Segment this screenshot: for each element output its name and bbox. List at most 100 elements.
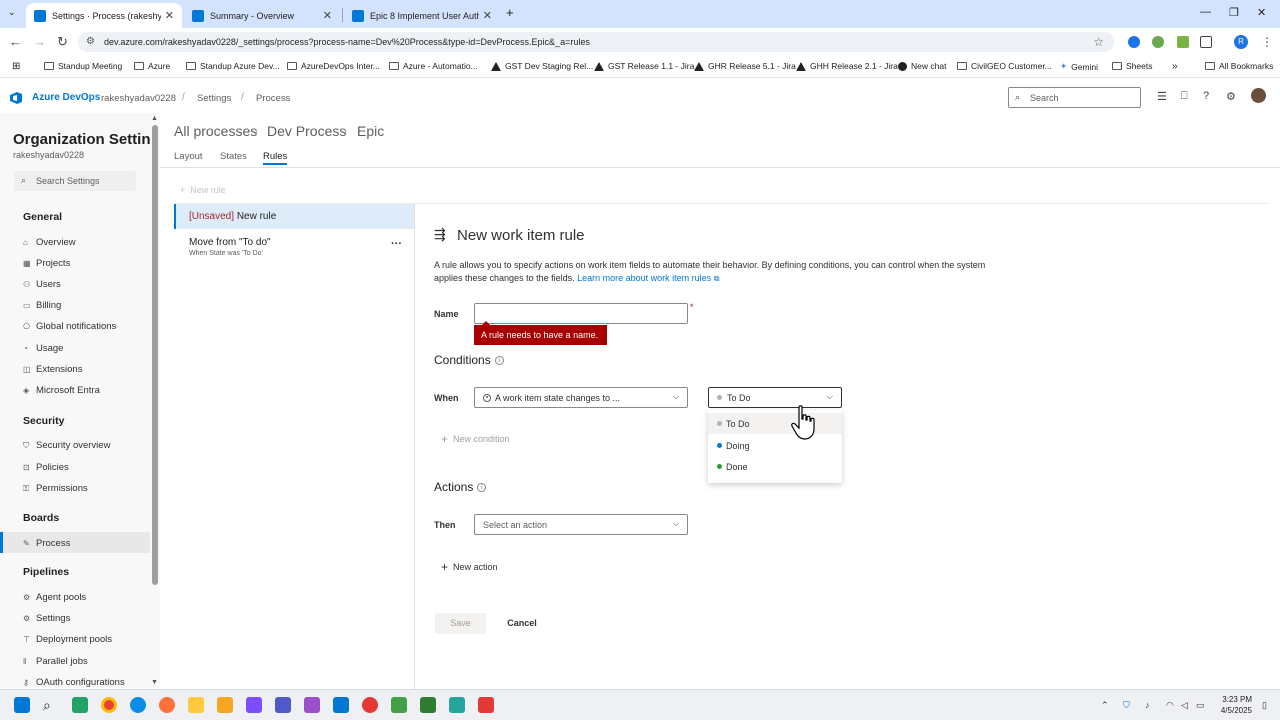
breadcrumb-settings[interactable]: Settings (197, 93, 231, 104)
browser-tab-epic[interactable]: Epic 8 Implement User Authent ✕ (344, 3, 500, 28)
sidebar-item-overview[interactable]: ⌂ Overview (23, 237, 76, 248)
browser-tab-settings[interactable]: Settings · Process (rakeshyadav ✕ (26, 3, 182, 28)
breadcrumb-dev-process[interactable]: Dev Process (267, 123, 346, 139)
sidebar-item-global-notifications[interactable]: ⎔ Global notifications (23, 321, 116, 332)
bookmark[interactable]: GHH Release 2.1 - Jira (796, 61, 898, 71)
sidebar-item-microsoft-entra[interactable]: ◈ Microsoft Entra (23, 385, 100, 396)
sidebar-item-projects[interactable]: ▦ Projects (23, 258, 70, 269)
cancel-button[interactable]: Cancel (497, 613, 547, 634)
sidebar-item-parallel-jobs[interactable]: ‖ Parallel jobs (23, 656, 88, 667)
header-search-input[interactable]: ⌕ Search (1008, 87, 1141, 108)
extensions-puzzle-icon[interactable] (1200, 36, 1212, 48)
settings-search-input[interactable]: ⌕ Search Settings (14, 171, 136, 191)
info-icon[interactable]: i (477, 483, 487, 493)
clock[interactable]: 3:23 PM 4/5/2025 (1210, 694, 1252, 716)
restore-icon[interactable]: ❐ (1229, 6, 1239, 19)
bookmark[interactable]: Standup Meeting (44, 61, 122, 71)
new-tab-icon[interactable]: + (506, 5, 514, 20)
search-icon[interactable]: ⌕ (43, 697, 59, 713)
state-option-to-do[interactable]: To Do (708, 413, 842, 434)
bookmark[interactable]: New chat (898, 61, 946, 71)
sidebar-item-extensions[interactable]: ◫ Extensions (23, 364, 82, 375)
state-dropdown[interactable]: To Do ⌵ (708, 387, 842, 408)
breadcrumb-process[interactable]: Process (256, 93, 290, 104)
sidebar-scroll-thumb[interactable] (152, 125, 158, 585)
close-tab-icon[interactable]: ✕ (483, 9, 492, 22)
tab-search-icon[interactable]: ⌄ (8, 7, 16, 18)
sidebar-item-oauth[interactable]: ⚷ OAuth configurations (23, 677, 125, 688)
app-icon[interactable] (449, 697, 465, 713)
azure-devops-logo-icon[interactable] (9, 91, 23, 105)
bookmark[interactable]: Azure - Automatio... (389, 61, 478, 71)
user-avatar[interactable] (1251, 88, 1266, 103)
profile-avatar[interactable]: R (1234, 35, 1248, 49)
close-tab-icon[interactable]: ✕ (323, 9, 332, 22)
rule-item-move-from-todo[interactable]: Move from "To do" (189, 237, 271, 248)
brand-name[interactable]: Azure DevOps (32, 92, 100, 103)
scroll-up-icon[interactable]: ▲ (151, 115, 158, 122)
microphone-icon[interactable]: ♪ (1145, 700, 1150, 710)
close-window-icon[interactable]: ✕ (1257, 6, 1266, 19)
browser-menu-icon[interactable]: ⋮ (1261, 35, 1273, 49)
new-action-button[interactable]: + New action (441, 560, 498, 574)
chevron-up-icon[interactable]: ⌃ (1101, 700, 1109, 711)
sidebar-item-process[interactable]: ✎ Process (23, 538, 70, 549)
outlook-icon[interactable] (333, 697, 349, 713)
tab-states[interactable]: States (220, 151, 247, 162)
bookmark[interactable]: Azure (134, 61, 170, 71)
rule-item-unsaved[interactable]: [Unsaved] New rule (189, 211, 276, 222)
firefox-icon[interactable] (159, 697, 175, 713)
tab-rules[interactable]: Rules (263, 151, 287, 162)
app-icon[interactable] (362, 697, 378, 713)
apps-grid-icon[interactable]: ⊞ (12, 61, 20, 72)
marketplace-bag-icon[interactable]: ⎕ (1181, 90, 1188, 103)
bookmark[interactable]: Standup Azure Dev... (186, 61, 280, 71)
sidebar-item-users[interactable]: ⚇ Users (23, 279, 61, 290)
bookmark[interactable]: CivilGEO Customer... (957, 61, 1052, 71)
breadcrumb-org[interactable]: rakeshyadav0228 (101, 93, 176, 104)
back-icon[interactable]: ← (9, 34, 22, 49)
rule-name-input[interactable] (474, 303, 688, 324)
battery-icon[interactable]: ▭ (1196, 700, 1205, 711)
app-icon[interactable] (304, 697, 320, 713)
sidebar-item-agent-pools[interactable]: ⚙ Agent pools (23, 592, 86, 603)
more-options-icon[interactable]: ··· (391, 238, 402, 250)
bookmark[interactable]: GST Release 1.1 - Jira (594, 61, 694, 71)
app-icon[interactable] (72, 697, 88, 713)
state-option-doing[interactable]: Doing (708, 435, 842, 456)
state-option-done[interactable]: Done (708, 456, 842, 477)
security-icon[interactable]: ⛉ (1123, 700, 1130, 711)
notifications-icon[interactable]: ▯ (1262, 700, 1267, 711)
bookmark[interactable]: GHR Release 5.1 - Jira (694, 61, 796, 71)
user-settings-icon[interactable]: ⚙ (1226, 90, 1236, 103)
new-rule-button[interactable]: + New rule (180, 185, 226, 195)
sidebar-item-deployment-pools[interactable]: ⊤ Deployment pools (23, 634, 112, 645)
new-condition-button[interactable]: + New condition (441, 432, 510, 446)
info-icon[interactable]: i (494, 356, 504, 366)
tab-layout[interactable]: Layout (174, 151, 203, 162)
extension-icon[interactable] (1128, 36, 1140, 48)
volume-icon[interactable]: ◁ (1181, 700, 1188, 711)
site-info-icon[interactable]: ⚙ (86, 36, 95, 47)
sidebar-item-usage[interactable]: ◔ Usage (23, 343, 63, 354)
scroll-down-icon[interactable]: ▼ (151, 679, 158, 686)
help-icon[interactable]: ? (1203, 90, 1209, 102)
sidebar-item-policies[interactable]: ⊡ Policies (23, 462, 69, 473)
teams-icon[interactable] (275, 697, 291, 713)
more-bookmarks-icon[interactable]: » (1172, 61, 1178, 72)
browser-tab-summary[interactable]: Summary - Overview ✕ (184, 3, 340, 28)
extension-icon[interactable] (1177, 36, 1189, 48)
app-icon[interactable] (478, 697, 494, 713)
chrome-icon[interactable] (101, 697, 117, 713)
all-bookmarks[interactable]: All Bookmarks (1205, 61, 1273, 71)
minimize-icon[interactable]: — (1200, 6, 1211, 18)
wifi-icon[interactable]: ◠ (1166, 700, 1174, 711)
breadcrumb-all-processes[interactable]: All processes (174, 123, 257, 139)
visual-studio-icon[interactable] (246, 697, 262, 713)
sidebar-item-security-overview[interactable]: ⛉ Security overview (23, 440, 110, 451)
app-icon[interactable] (420, 697, 436, 713)
forward-icon[interactable]: → (33, 34, 46, 49)
action-dropdown[interactable]: Select an action ⌵ (474, 514, 688, 535)
reload-icon[interactable]: ↻ (57, 34, 68, 50)
sidebar-item-billing[interactable]: ▭ Billing (23, 300, 61, 311)
